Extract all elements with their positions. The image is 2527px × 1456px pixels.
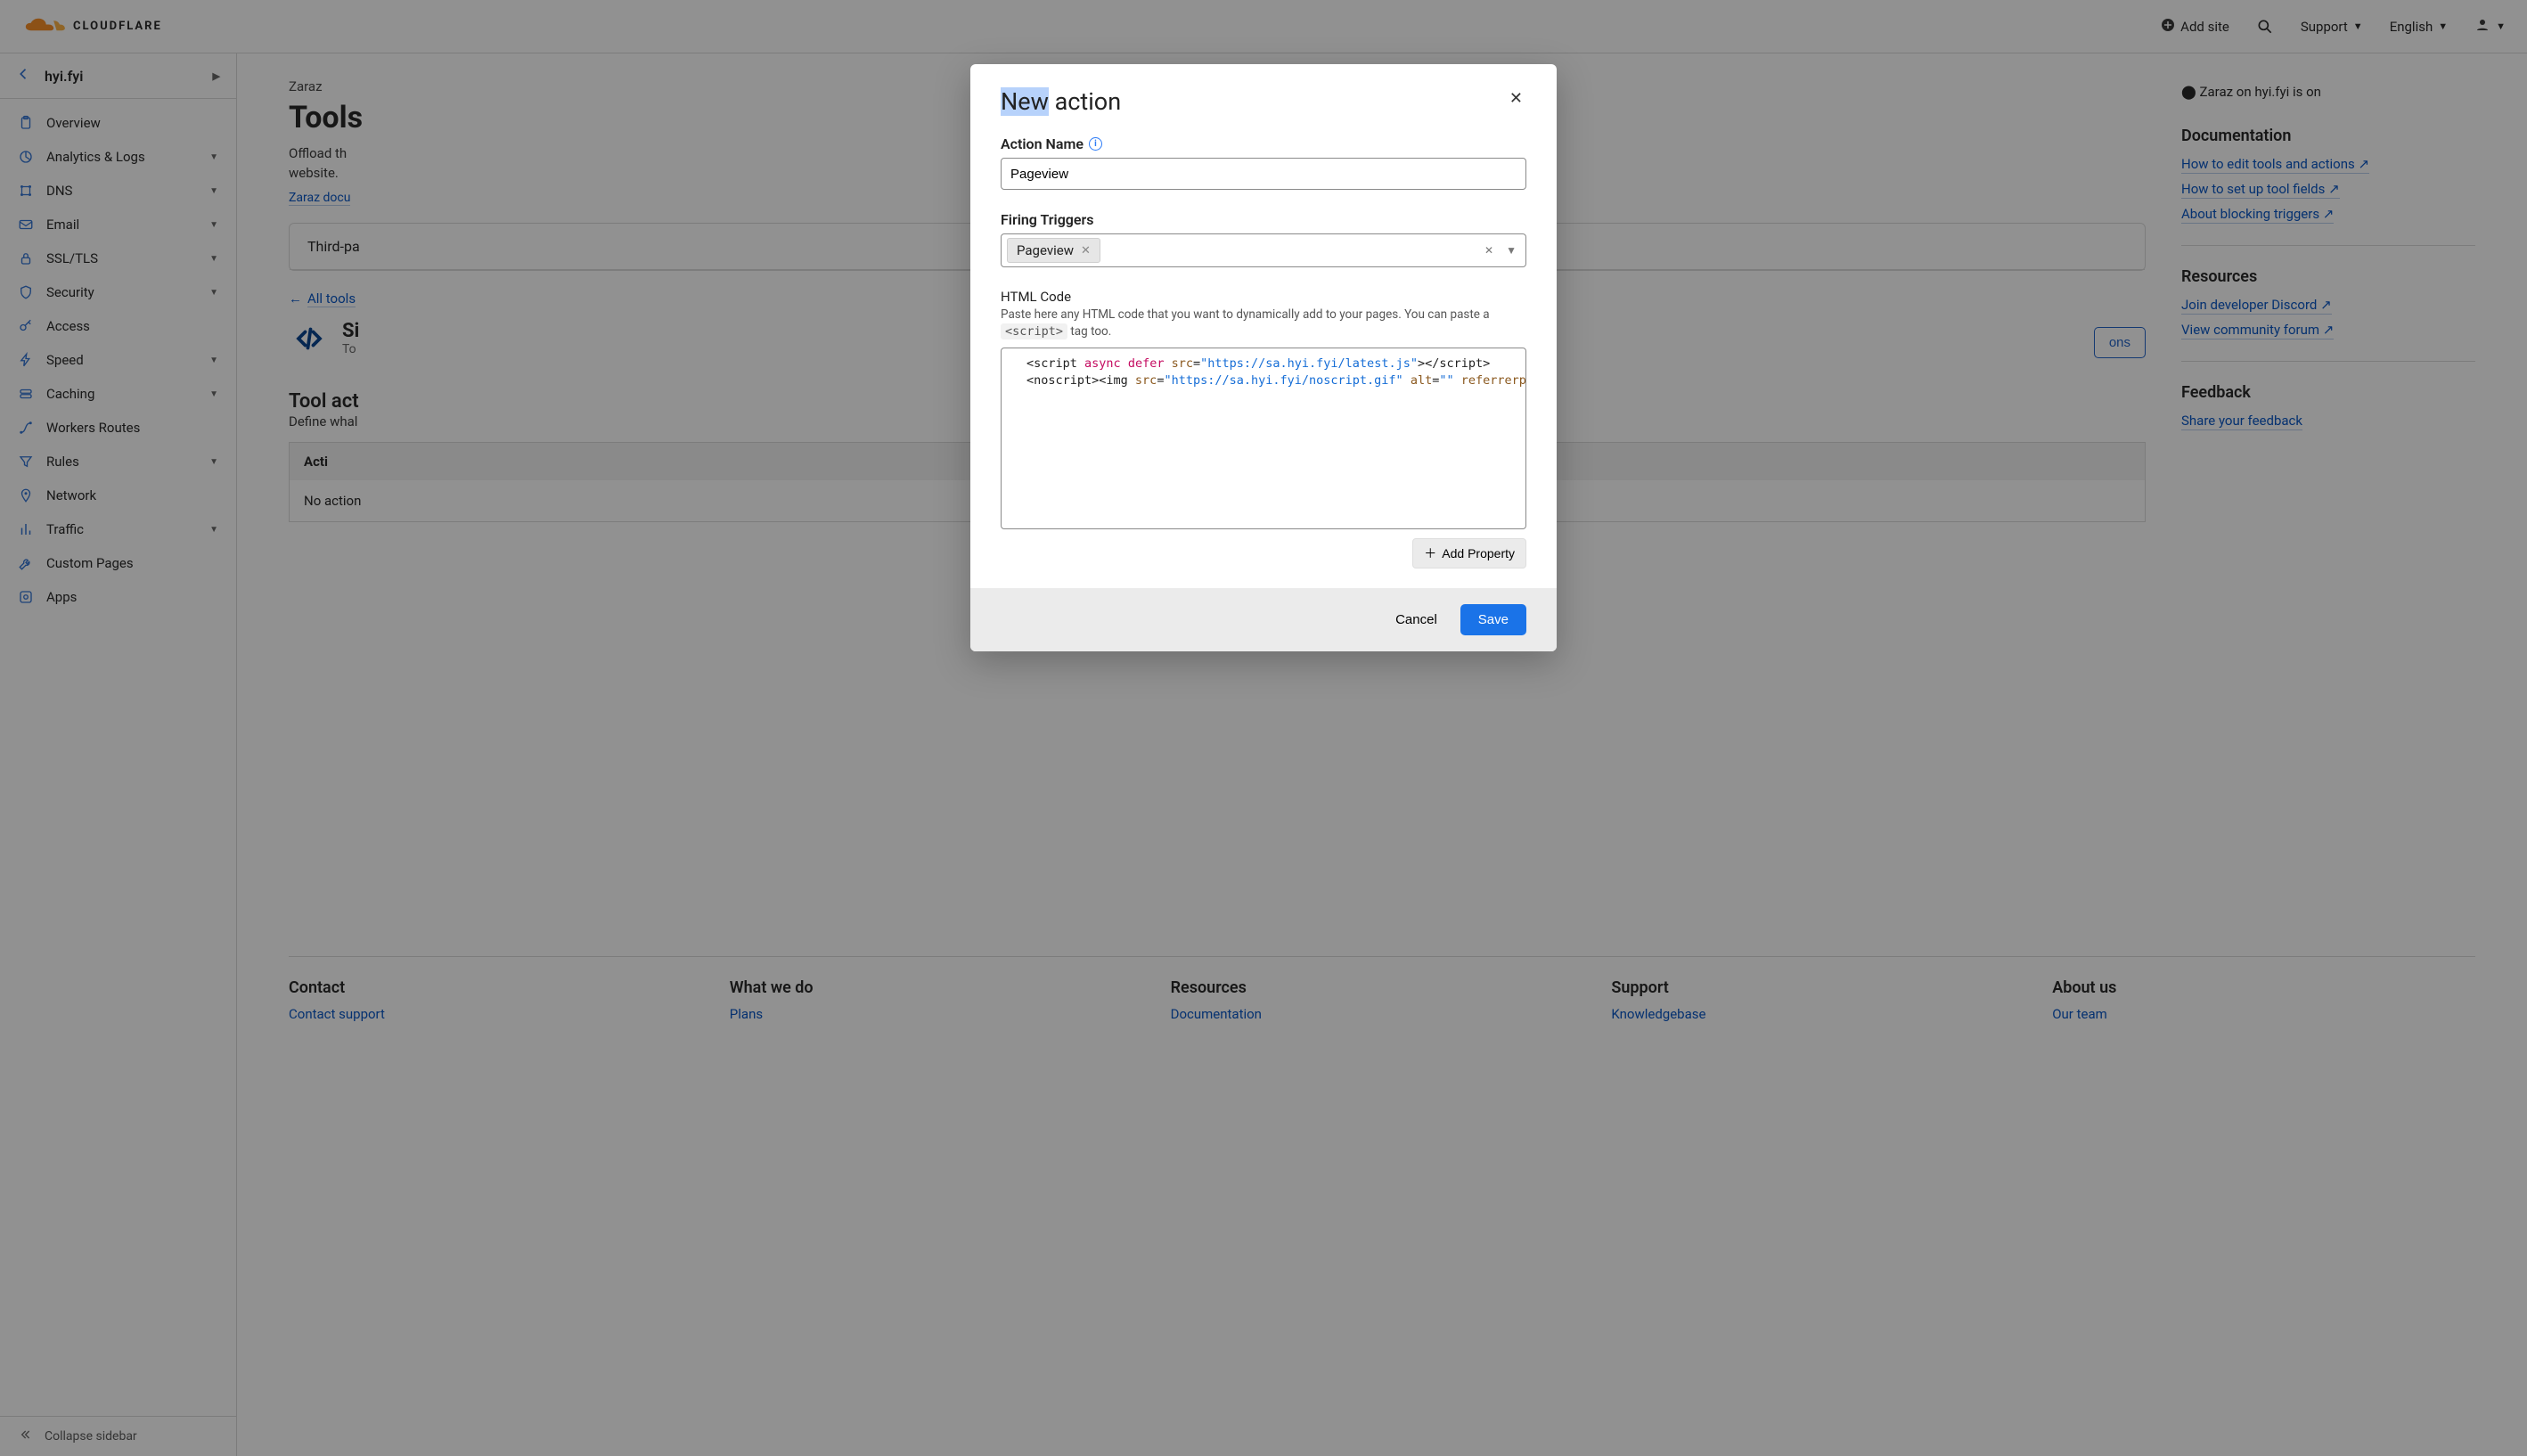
firing-triggers-input[interactable]: Pageview ✕ ✕ ▼ [1001,233,1526,267]
cancel-button[interactable]: Cancel [1390,604,1443,635]
chip-remove-icon[interactable]: ✕ [1081,244,1091,258]
modal-footer: Cancel Save [970,588,1557,651]
clear-all-icon[interactable]: ✕ [1481,244,1497,257]
action-name-label: Action Name i [1001,135,1526,152]
html-code-hint: Paste here any HTML code that you want t… [1001,307,1526,340]
plus-icon: ＋ [1424,544,1436,562]
dropdown-caret-icon[interactable]: ▼ [1502,244,1520,257]
firing-triggers-label: Firing Triggers [1001,211,1526,228]
action-name-input[interactable] [1001,158,1526,190]
add-property-button[interactable]: ＋ Add Property [1412,538,1526,568]
close-icon[interactable]: ✕ [1506,86,1526,111]
modal-scrim[interactable]: New action ✕ Action Name i Firing Trigge… [0,0,2527,1456]
modal-title: New action [1001,87,1121,116]
trigger-chip: Pageview ✕ [1007,238,1100,263]
new-action-modal: New action ✕ Action Name i Firing Trigge… [970,64,1557,651]
save-button[interactable]: Save [1460,604,1526,635]
html-code-editor[interactable]: <script async defer src="https://sa.hyi.… [1001,348,1526,529]
html-code-label: HTML Code [1001,289,1526,305]
info-icon[interactable]: i [1089,137,1102,151]
